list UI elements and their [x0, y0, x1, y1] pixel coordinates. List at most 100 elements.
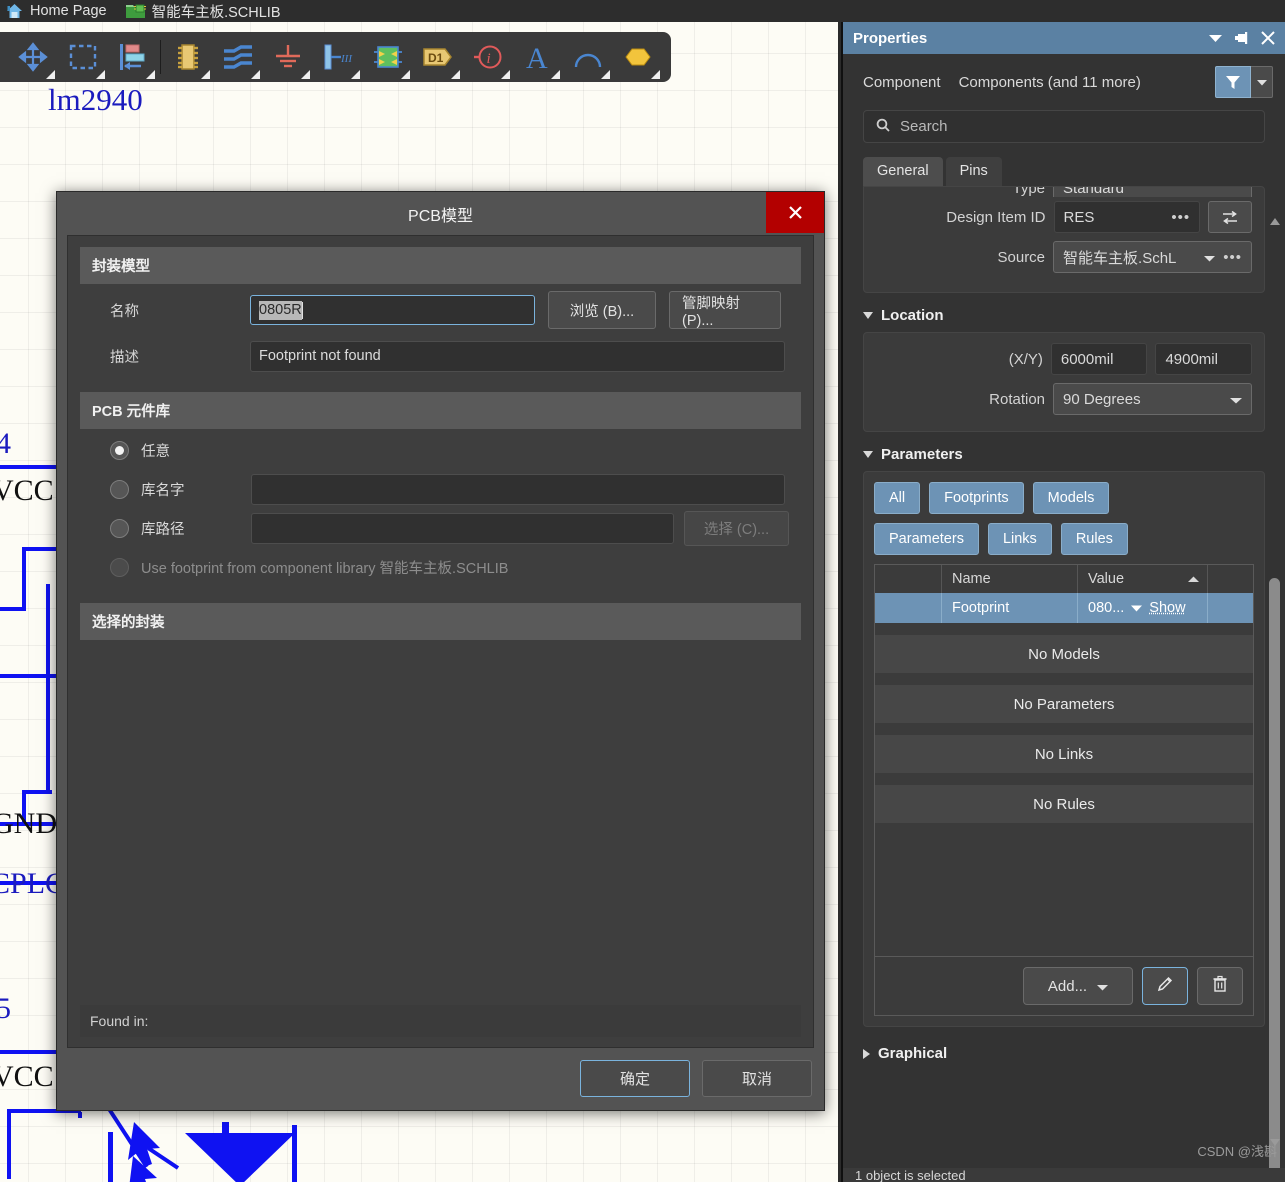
pin-icon[interactable]	[1234, 31, 1250, 45]
pcb-model-dialog[interactable]: PCB模型 封装模型 名称 0805R 浏览 (B)... 管脚映射 (P)..…	[56, 191, 825, 1111]
dropdown-corner[interactable]	[651, 70, 660, 79]
radio-button[interactable]	[110, 480, 129, 499]
dropdown-corner[interactable]	[501, 70, 510, 79]
place-gnd-tool[interactable]	[263, 33, 313, 81]
properties-tabs[interactable]: General Pins	[863, 157, 1285, 186]
schematic-wire	[0, 1050, 56, 1054]
filter-dropdown-chevron-down-icon[interactable]	[1251, 66, 1273, 98]
place-arc-tool[interactable]	[563, 33, 613, 81]
location-section-header[interactable]: Location	[843, 293, 1285, 332]
ellipsis-icon[interactable]: •••	[1223, 249, 1242, 266]
parameters-filter-chips-row1[interactable]: All Footprints Models	[874, 482, 1254, 514]
rotation-select[interactable]: 90 Degrees	[1053, 383, 1252, 415]
select-area-tool[interactable]	[58, 33, 108, 81]
place-text-tool[interactable]: A	[513, 33, 563, 81]
edit-parameter-button[interactable]	[1142, 967, 1188, 1005]
schematic-wire	[0, 465, 56, 469]
chip-footprints[interactable]: Footprints	[929, 482, 1024, 514]
scroll-up-icon[interactable]	[1270, 218, 1280, 225]
chip-all[interactable]: All	[874, 482, 921, 514]
add-button[interactable]: Add...	[1023, 967, 1133, 1005]
chip-links[interactable]: Links	[987, 523, 1052, 555]
parameters-section-header[interactable]: Parameters	[843, 432, 1285, 471]
column-value[interactable]: Value	[1077, 565, 1207, 593]
place-polygon-tool[interactable]	[613, 33, 663, 81]
align-tool[interactable]	[108, 33, 158, 81]
properties-panel[interactable]: Properties Component Components (and 11 …	[841, 22, 1285, 1182]
dropdown-corner[interactable]	[301, 70, 310, 79]
delete-parameter-button[interactable]	[1197, 967, 1243, 1005]
selected-footprint-preview[interactable]	[80, 642, 801, 962]
place-sheet-symbol-tool[interactable]	[363, 33, 413, 81]
tab-general[interactable]: General	[863, 157, 943, 186]
chip-rules[interactable]: Rules	[1060, 523, 1128, 555]
library-option-any[interactable]: 任意	[80, 431, 801, 470]
place-bus-tool[interactable]	[213, 33, 263, 81]
dropdown-corner[interactable]	[401, 70, 410, 79]
dropdown-corner[interactable]	[551, 70, 560, 79]
dropdown-corner[interactable]	[451, 70, 460, 79]
close-icon[interactable]	[766, 192, 824, 233]
radio-button[interactable]	[110, 441, 129, 460]
chevron-down-icon[interactable]	[1097, 978, 1109, 995]
close-icon[interactable]	[1261, 31, 1275, 45]
place-designator-tool[interactable]: D1	[413, 33, 463, 81]
move-tool[interactable]	[8, 33, 58, 81]
dropdown-corner[interactable]	[46, 70, 55, 79]
x-field[interactable]: 6000mil	[1050, 343, 1148, 375]
parameters-table[interactable]: Name Value Footprint 080... Show No Mode…	[874, 564, 1254, 957]
cancel-button[interactable]: 取消	[702, 1060, 812, 1097]
swap-arrows-icon[interactable]	[1208, 201, 1252, 233]
table-row[interactable]: Footprint 080... Show	[875, 593, 1253, 623]
column-name[interactable]: Name	[941, 565, 1077, 593]
parameters-header-label: Parameters	[881, 446, 963, 463]
schematic-toolbar[interactable]: III D1 i A	[0, 32, 671, 82]
tab-pins[interactable]: Pins	[945, 157, 1002, 186]
source-field[interactable]: 智能车主板.SchL •••	[1053, 241, 1252, 273]
dropdown-corner[interactable]	[351, 70, 360, 79]
library-name-input[interactable]	[251, 474, 785, 505]
graphical-section-header[interactable]: Graphical	[843, 1027, 1285, 1070]
chevron-down-icon[interactable]	[1208, 33, 1223, 43]
ok-button[interactable]: 确定	[580, 1060, 690, 1097]
dropdown-corner[interactable]	[201, 70, 210, 79]
dialog-title: PCB模型	[408, 207, 473, 225]
place-port-tool[interactable]: III	[313, 33, 363, 81]
dropdown-corner[interactable]	[251, 70, 260, 79]
design-item-id-field[interactable]: RES •••	[1053, 201, 1201, 233]
row-indicator	[875, 593, 941, 623]
row-value[interactable]: 080... Show	[1077, 593, 1207, 623]
chip-models[interactable]: Models	[1032, 482, 1110, 514]
type-field[interactable]: Standard	[1053, 187, 1252, 197]
dropdown-corner[interactable]	[146, 70, 155, 79]
tab-schematic-library[interactable]: 智能车主板.SCHLIB	[119, 0, 293, 22]
funnel-icon[interactable]	[1215, 66, 1251, 98]
chevron-down-icon[interactable]	[1131, 600, 1143, 616]
show-link[interactable]: Show	[1149, 600, 1185, 616]
library-option-path[interactable]: 库路径 选择 (C)...	[80, 509, 801, 548]
chevron-down-icon[interactable]	[1204, 249, 1216, 266]
parameters-filter-chips-row2[interactable]: Parameters Links Rules	[874, 523, 1254, 555]
search-input[interactable]: Search	[863, 110, 1265, 143]
y-field[interactable]: 4900mil	[1155, 343, 1252, 375]
library-option-name[interactable]: 库名字	[80, 470, 801, 509]
document-tab-bar[interactable]: Home Page 智能车主板.SCHLIB	[0, 0, 1285, 22]
chevron-down-icon[interactable]	[1230, 391, 1242, 408]
properties-scrollbar[interactable]	[1268, 218, 1281, 1182]
scrollbar-thumb[interactable]	[1269, 578, 1280, 1182]
properties-title-bar: Properties	[843, 22, 1285, 54]
dropdown-corner[interactable]	[601, 70, 610, 79]
sort-asc-icon[interactable]	[1188, 571, 1199, 587]
pin-map-button[interactable]: 管脚映射 (P)...	[669, 291, 781, 329]
ellipsis-icon[interactable]: •••	[1171, 209, 1190, 226]
library-path-input[interactable]	[251, 513, 674, 544]
place-part-tool[interactable]	[163, 33, 213, 81]
chip-parameters[interactable]: Parameters	[874, 523, 979, 555]
place-no-erc-tool[interactable]: i	[463, 33, 513, 81]
dropdown-corner[interactable]	[96, 70, 105, 79]
browse-button[interactable]: 浏览 (B)...	[548, 291, 656, 329]
footprint-name-input[interactable]: 0805R	[250, 295, 535, 325]
radio-button[interactable]	[110, 519, 129, 538]
info-circle-icon: i	[474, 45, 502, 69]
tab-home-page[interactable]: Home Page	[0, 0, 119, 22]
